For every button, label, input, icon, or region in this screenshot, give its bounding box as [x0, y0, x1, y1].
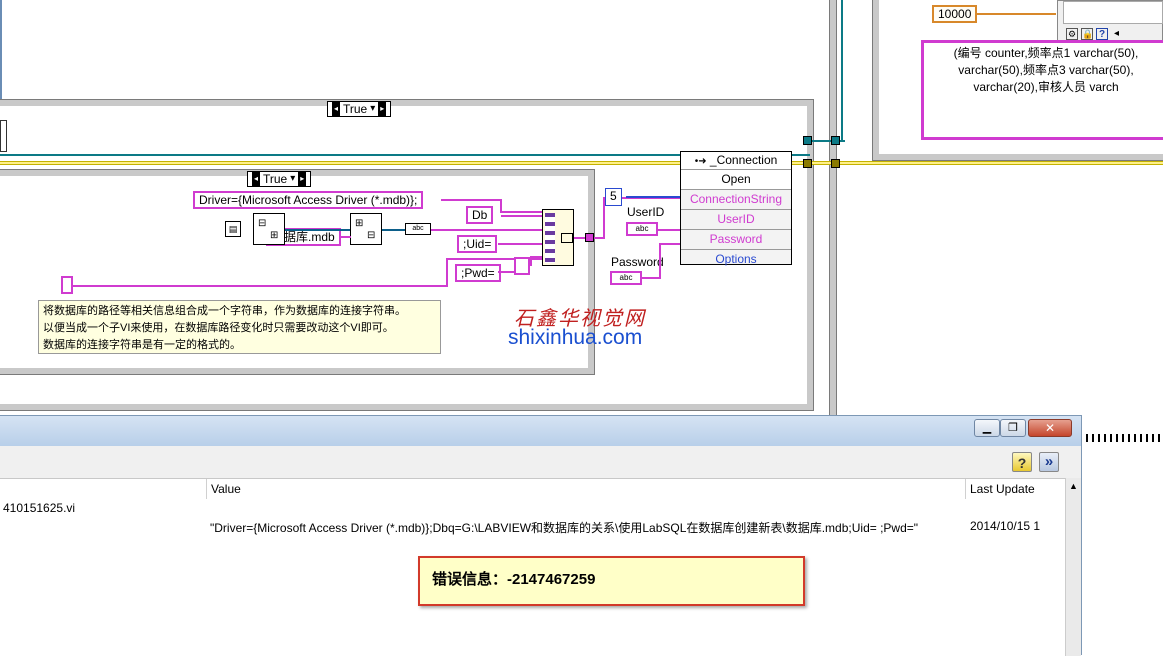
prop-connectionstring[interactable]: ConnectionString: [681, 189, 791, 209]
prop-password[interactable]: Password: [681, 229, 791, 249]
prop-open[interactable]: Open: [681, 169, 791, 189]
uid-string-constant[interactable]: ;Uid=: [457, 235, 498, 253]
connection-node-title: •➜ _Connection: [681, 152, 791, 169]
comment-line-2: 以便当成一个子VI来使用，在数据库路径变化时只需要改动这个VI即可。: [43, 322, 394, 334]
help-button[interactable]: ?: [1012, 452, 1032, 472]
outer-case-selector[interactable]: ◂ True ▾ ▸: [327, 101, 392, 117]
inner-dropdown-arrow-icon[interactable]: ▾: [290, 172, 295, 186]
probe-window-titlebar[interactable]: ▁ ❐ ✕: [0, 416, 1081, 446]
comment-line-3: 数据库的连接字符串是有一定的格式的。: [43, 339, 241, 351]
wire-db: [501, 215, 542, 217]
empty-string-left[interactable]: [61, 276, 73, 294]
restore-button[interactable]: ❐: [1000, 419, 1026, 437]
diagram-comment: 将数据库的路径等相关信息组合成一个字符串，作为数据库的连接字符串。 以便当成一个…: [38, 300, 441, 354]
error-message-box: 错误信息：-2147467259: [418, 556, 805, 606]
close-button[interactable]: ✕: [1028, 419, 1072, 437]
options-constant-5[interactable]: 5: [605, 188, 622, 206]
help-icon-small[interactable]: ?: [1096, 28, 1108, 40]
inner-decrement-arrow-icon[interactable]: ◂: [252, 172, 260, 186]
prop-userid[interactable]: UserID: [681, 209, 791, 229]
wire-password-h: [659, 243, 681, 245]
wire-dbq: [431, 229, 542, 231]
sql-line-3: varchar(20),审核人员 varch: [973, 80, 1119, 94]
outer-case-value: True: [343, 102, 368, 116]
sql-string-constant[interactable]: (编号 counter,频率点1 varchar(50), varchar(50…: [921, 40, 1163, 140]
row-last-update: 2014/10/15 1: [970, 519, 1041, 533]
connection-property-node[interactable]: •➜ _Connection Open ConnectionString Use…: [680, 151, 792, 266]
wire-mdb: [341, 236, 351, 238]
watermark-url: shixinhua.com: [508, 326, 643, 349]
tunnel-right-4: [831, 159, 840, 168]
tunnel-right-1: [803, 136, 812, 145]
decrement-arrow-icon[interactable]: ◂: [332, 102, 340, 116]
sql-line-1: (编号 counter,频率点1 varchar(50),: [953, 46, 1139, 60]
build-path-icon[interactable]: ⊞ ⊟: [350, 213, 382, 245]
tunnel-strip: [1080, 434, 1163, 442]
header-value[interactable]: Value: [207, 479, 966, 499]
tunnel-right-3: [803, 159, 812, 168]
probe-window: ▁ ❐ ✕ ? » Value Last Update 410151625.vi…: [0, 415, 1082, 656]
outer-structure-border: [829, 0, 837, 420]
strip-path-icon[interactable]: ⊟ ⊞: [253, 213, 285, 245]
row-value[interactable]: "Driver={Microsoft Access Driver (*.mdb)…: [210, 519, 962, 536]
wire-path: [285, 229, 350, 231]
wire-password: [642, 277, 660, 279]
scroll-up-icon[interactable]: ▲: [1066, 481, 1081, 491]
expand-button[interactable]: »: [1039, 452, 1059, 472]
row-name[interactable]: 410151625.vi: [3, 501, 75, 515]
concatenate-strings-node[interactable]: [542, 209, 574, 266]
increment-arrow-icon[interactable]: ▸: [378, 102, 387, 116]
sql-line-2: varchar(50),频率点3 varchar(50),: [958, 63, 1134, 77]
left-window-edge: [0, 0, 2, 102]
password-control[interactable]: abc: [610, 271, 642, 285]
userid-label: UserID: [627, 205, 665, 219]
error-wire: [0, 161, 1163, 165]
wire-driver: [441, 199, 501, 201]
vertical-scrollbar[interactable]: ▲: [1065, 478, 1081, 656]
inner-case-selector[interactable]: ◂ True ▾ ▸: [247, 171, 312, 187]
wire-driver-v: [500, 199, 502, 211]
inner-tunnel: [585, 233, 594, 242]
inner-case-value: True: [263, 172, 288, 186]
refnum-icon: •➜: [694, 156, 707, 167]
dropdown-arrow-icon[interactable]: ▾: [370, 102, 375, 116]
constant-10000[interactable]: 10000: [932, 5, 978, 23]
lock-icon[interactable]: ⚙: [1066, 28, 1078, 40]
padlock-icon[interactable]: 🔒: [1081, 28, 1093, 40]
driver-string-constant[interactable]: Driver={Microsoft Access Driver (*.mdb)}…: [193, 191, 424, 209]
userid-control[interactable]: abc: [626, 222, 658, 236]
constant-wire: [976, 13, 1056, 15]
left-tunnel: [0, 120, 7, 152]
mini-toolbar: ⚙ 🔒 ? ◂: [1057, 0, 1163, 44]
inner-increment-arrow-icon[interactable]: ▸: [298, 172, 307, 186]
wire-path2: [382, 229, 405, 231]
tunnel-right-2: [831, 136, 840, 145]
scroll-left-icon[interactable]: ◂: [1114, 28, 1119, 39]
empty-string-right[interactable]: [514, 257, 530, 275]
probe-toolbar: ? »: [0, 446, 1081, 478]
pwd-string-constant[interactable]: ;Pwd=: [455, 264, 501, 282]
wire-uid: [498, 243, 542, 245]
minimize-button[interactable]: ▁: [974, 419, 1000, 437]
prop-options[interactable]: Options: [681, 249, 791, 269]
password-label: Password: [611, 255, 664, 269]
db-string-constant[interactable]: Db: [466, 206, 494, 224]
header-last-update[interactable]: Last Update: [966, 479, 1065, 499]
wire-left-input: [72, 285, 447, 287]
wire-5: [626, 196, 681, 198]
path-to-string-icon[interactable]: abc: [405, 223, 431, 235]
wire-userid: [658, 229, 681, 231]
comment-line-1: 将数据库的路径等相关信息组合成一个字符串，作为数据库的连接字符串。: [43, 305, 406, 317]
wire-password-v: [659, 243, 661, 279]
wire-driver-h2: [500, 211, 542, 213]
header-name[interactable]: [0, 479, 207, 499]
wire-left-input-v: [446, 258, 448, 287]
current-vi-path-icon[interactable]: ▤: [225, 221, 241, 237]
teal-wire-vertical: [841, 0, 843, 142]
